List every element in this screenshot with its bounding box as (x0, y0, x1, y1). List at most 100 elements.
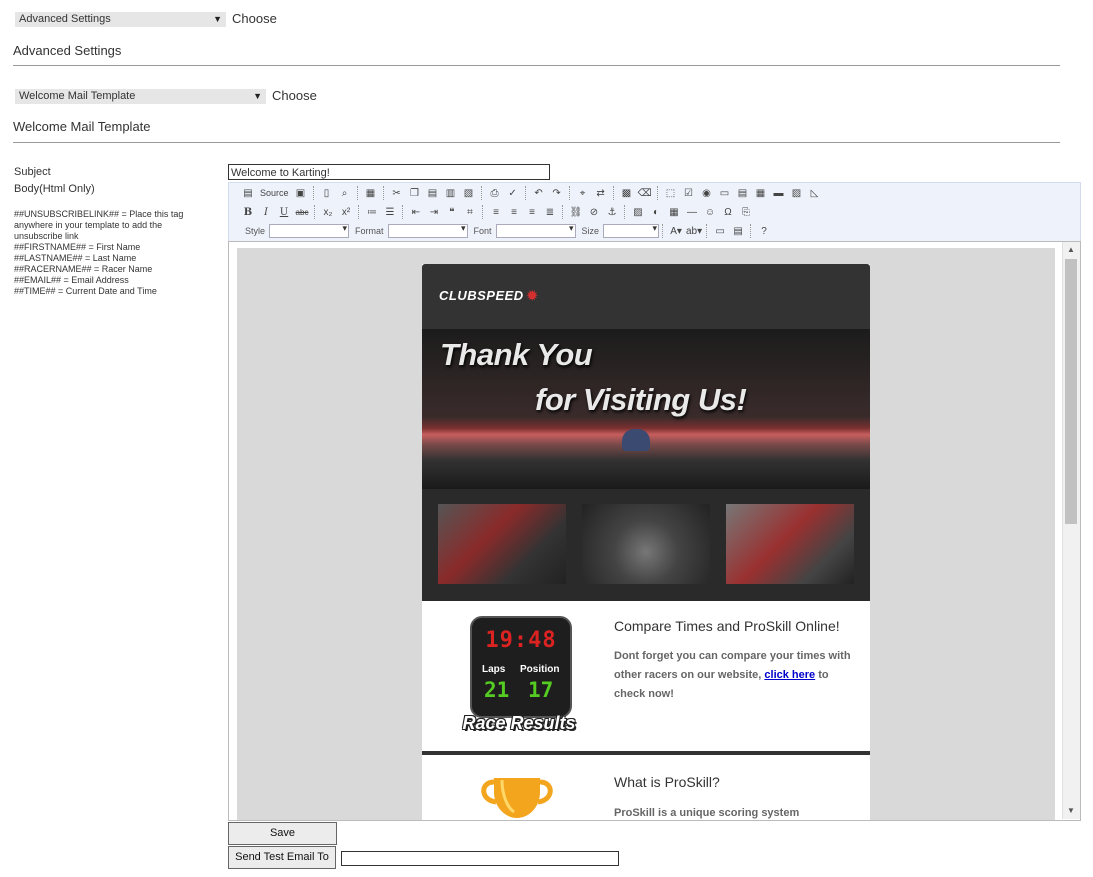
indent-icon[interactable]: ⇥ (426, 204, 442, 220)
font-combo[interactable] (495, 223, 576, 238)
section2-heading: What is ProSkill? (614, 774, 720, 790)
trophy-icon (472, 776, 562, 820)
scrollbar-thumb[interactable] (1065, 259, 1077, 524)
scroll-down-icon[interactable]: ▼ (1067, 806, 1075, 815)
subject-label: Subject (14, 166, 51, 178)
unlink-icon[interactable]: ⊘ (586, 204, 602, 220)
maximize-icon[interactable]: ▭ (712, 223, 728, 239)
karts-photo (726, 504, 854, 584)
style-label: Style (245, 226, 266, 236)
bold-icon[interactable]: B (240, 204, 256, 220)
hidden-field-icon[interactable]: ◺ (807, 185, 823, 201)
subscript-icon[interactable]: x₂ (320, 204, 336, 220)
bg-color-icon[interactable]: ab▾ (686, 223, 702, 239)
helmets-photo (438, 504, 566, 584)
send-test-email-button[interactable]: Send Test Email To (228, 846, 336, 869)
badge-position: 17 (528, 678, 554, 702)
bullet-list-icon[interactable]: ☰ (382, 204, 398, 220)
click-here-link[interactable]: click here (764, 669, 815, 681)
paste-text-icon[interactable]: ▥ (443, 185, 459, 201)
new-page-icon[interactable]: ▯ (319, 185, 335, 201)
toolbar-row-2: B I U abc x₂ x² ≔ ☰ ⇤ ⇥ ❝ ⌗ ≡ ≡ ≡ ≣ ⛓ ⊘ … (239, 203, 755, 221)
italic-icon[interactable]: I (258, 204, 274, 220)
size-combo[interactable] (603, 223, 660, 238)
badge-position-label: Position (520, 664, 560, 675)
editor-scrollbar[interactable]: ▲ ▼ (1062, 242, 1080, 819)
help-icon[interactable]: ? (756, 223, 772, 239)
style-combo[interactable] (269, 223, 350, 238)
image-icon[interactable]: ▨ (630, 204, 646, 220)
test-email-input[interactable] (341, 851, 619, 866)
badge-laps-label: Laps (482, 664, 506, 675)
template-section-title: Welcome Mail Template (13, 119, 151, 134)
format-label: Format (355, 226, 384, 236)
save-icon[interactable]: ▣ (293, 185, 309, 201)
template-select[interactable]: Welcome Mail Template ▼ (15, 89, 266, 104)
save-button[interactable]: Save (228, 822, 337, 845)
form-icon[interactable]: ⬚ (663, 185, 679, 201)
remove-format-icon[interactable]: ⌫ (637, 185, 653, 201)
justify-icon[interactable]: ≣ (542, 204, 558, 220)
photo-strip (422, 489, 870, 601)
race-results-badge: 19:48 Laps Position 21 17 (470, 616, 572, 718)
spellcheck-icon[interactable]: ✓ (505, 185, 521, 201)
page-break-icon[interactable]: ⎘ (738, 204, 754, 220)
section1-text: Dont forget you can compare your times w… (614, 650, 851, 700)
template-choose-link[interactable]: Choose (272, 88, 317, 103)
superscript-icon[interactable]: x² (338, 204, 354, 220)
paste-word-icon[interactable]: ▧ (461, 185, 477, 201)
checkbox-icon[interactable]: ☑ (681, 185, 697, 201)
show-blocks-icon[interactable]: ▤ (730, 223, 746, 239)
numbered-list-icon[interactable]: ≔ (364, 204, 380, 220)
subject-input[interactable]: Welcome to Karting! (228, 164, 550, 180)
paste-icon[interactable]: ▤ (425, 185, 441, 201)
copy-icon[interactable]: ❐ (407, 185, 423, 201)
cut-icon[interactable]: ✂ (389, 185, 405, 201)
body-label: Body(Html Only) (14, 183, 95, 195)
text-color-icon[interactable]: A▾ (668, 223, 684, 239)
undo-icon[interactable]: ↶ (531, 185, 547, 201)
anchor-icon[interactable]: ⚓ (604, 204, 620, 220)
replace-icon[interactable]: ⇄ (593, 185, 609, 201)
kart-driver-image (622, 429, 650, 451)
print-icon[interactable]: ⎙ (487, 185, 503, 201)
find-icon[interactable]: ⌖ (575, 185, 591, 201)
align-left-icon[interactable]: ≡ (488, 204, 504, 220)
underline-icon[interactable]: U (276, 204, 292, 220)
source-icon[interactable]: ▤ (240, 185, 256, 201)
div-container-icon[interactable]: ⌗ (462, 204, 478, 220)
format-combo[interactable] (387, 223, 468, 238)
link-icon[interactable]: ⛓ (568, 204, 584, 220)
button-field-icon[interactable]: ▬ (771, 185, 787, 201)
smiley-icon[interactable]: ☺ (702, 204, 718, 220)
textfield-icon[interactable]: ▭ (717, 185, 733, 201)
table-icon[interactable]: ▦ (666, 204, 682, 220)
help-line: ##FIRSTNAME## = First Name (14, 242, 141, 252)
horizontal-rule-icon[interactable]: ― (684, 204, 700, 220)
radio-icon[interactable]: ◉ (699, 185, 715, 201)
image-button-icon[interactable]: ▨ (789, 185, 805, 201)
badge-laps: 21 (484, 678, 510, 702)
editor-area[interactable]: ▲ ▼ CLUBSPEED ✹ Thank You for Visiting Us… (228, 241, 1081, 821)
templates-icon[interactable]: ▦ (363, 185, 379, 201)
strike-icon[interactable]: abc (294, 204, 310, 220)
source-button[interactable]: Source (258, 185, 291, 201)
settings-choose-link[interactable]: Choose (232, 11, 277, 26)
blockquote-icon[interactable]: ❝ (444, 204, 460, 220)
outdent-icon[interactable]: ⇤ (408, 204, 424, 220)
email-header: CLUBSPEED ✹ (422, 264, 870, 329)
settings-select[interactable]: Advanced Settings ▼ (15, 12, 226, 27)
special-char-icon[interactable]: Ω (720, 204, 736, 220)
flash-icon[interactable]: ◐ (648, 204, 664, 220)
align-right-icon[interactable]: ≡ (524, 204, 540, 220)
select-all-icon[interactable]: ▩ (619, 185, 635, 201)
section-divider (422, 751, 870, 755)
select-field-icon[interactable]: ▦ (753, 185, 769, 201)
scroll-up-icon[interactable]: ▲ (1067, 245, 1075, 254)
redo-icon[interactable]: ↷ (549, 185, 565, 201)
textarea-icon[interactable]: ▤ (735, 185, 751, 201)
preview-icon[interactable]: ⌕ (337, 185, 353, 201)
align-center-icon[interactable]: ≡ (506, 204, 522, 220)
divider (13, 142, 1060, 143)
merge-tags-help: ##UNSUBSCRIBELINK## = Place this tag any… (14, 209, 204, 297)
